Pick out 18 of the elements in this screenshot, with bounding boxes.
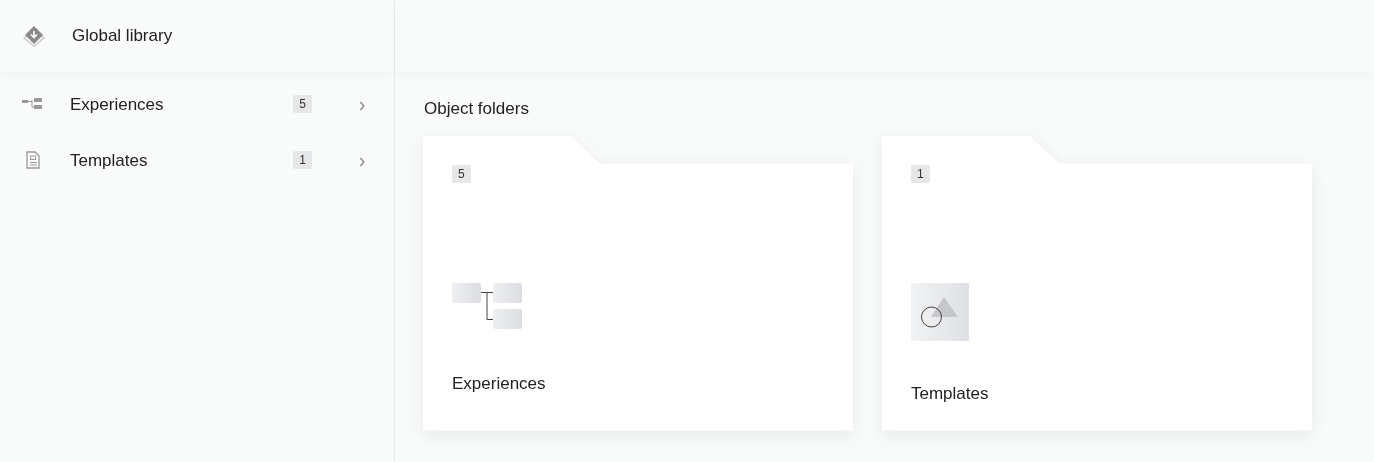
sidebar-item[interactable]: Templates 1 ›	[0, 132, 394, 189]
folder-label: Templates	[911, 382, 989, 405]
section-heading: Object folders	[424, 98, 530, 120]
hierarchy-icon	[22, 97, 44, 112]
folder-card[interactable]: 5 Experiences	[423, 135, 853, 431]
hierarchy-icon	[452, 282, 524, 331]
folder-card[interactable]: 1 Templates	[882, 135, 1312, 431]
library-icon	[22, 24, 46, 48]
count-badge: 5	[452, 164, 471, 183]
sidebar-item[interactable]: Experiences 5 ›	[0, 76, 394, 133]
count-badge: 1	[293, 151, 312, 170]
shapes-icon	[911, 282, 969, 341]
count-badge: 5	[293, 95, 312, 114]
count-badge: 1	[911, 164, 930, 183]
chevron-icon: ›	[352, 150, 372, 171]
folder-label: Experiences	[452, 372, 546, 395]
chevron-icon: ›	[352, 94, 372, 115]
sidebar-title: Global library	[72, 25, 173, 48]
